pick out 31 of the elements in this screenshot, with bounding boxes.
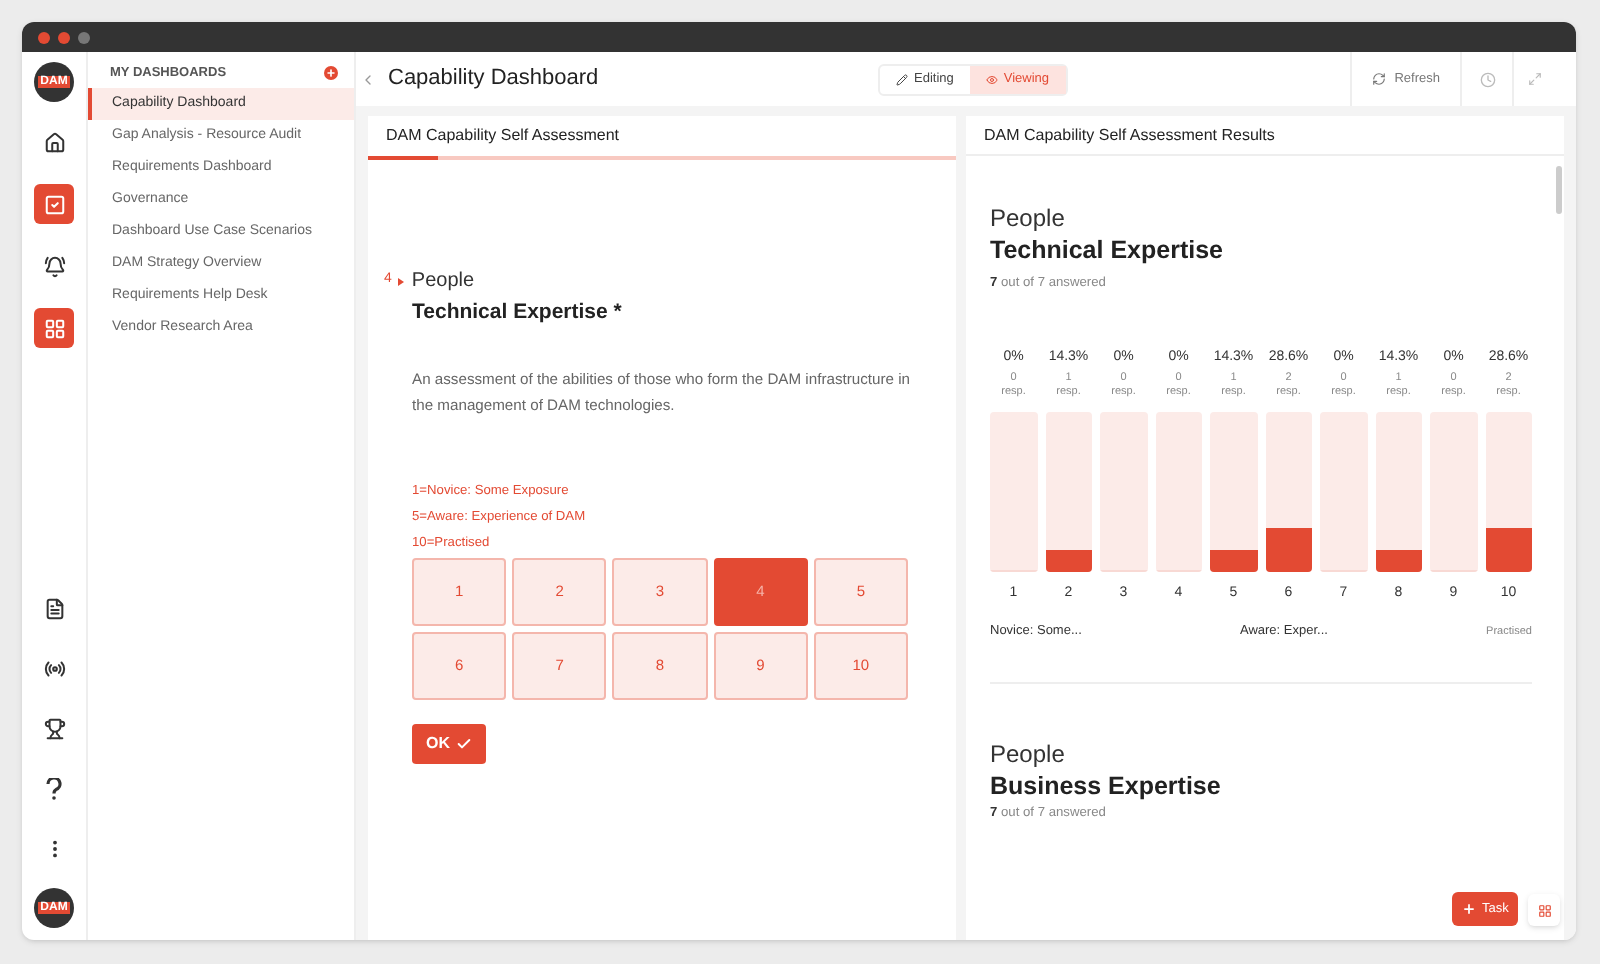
question-mark-icon bbox=[46, 777, 62, 799]
add-icon[interactable] bbox=[324, 66, 338, 81]
plus-icon bbox=[1462, 902, 1476, 916]
check-icon bbox=[456, 735, 472, 752]
arrow-icon bbox=[397, 277, 404, 285]
page-title: Capability Dashboard bbox=[388, 64, 601, 95]
scrollbar-thumb[interactable] bbox=[1555, 166, 1561, 214]
pencil-icon bbox=[896, 73, 908, 85]
checkbox-icon bbox=[43, 193, 65, 215]
expand-icon bbox=[1528, 72, 1542, 86]
result-category: People bbox=[990, 739, 1067, 770]
home-icon bbox=[43, 131, 65, 153]
result-title: Technical Expertise bbox=[990, 234, 1225, 268]
clock-icon bbox=[1479, 71, 1495, 87]
refresh-icon bbox=[1372, 72, 1387, 86]
grid-icon bbox=[43, 317, 65, 339]
bell-icon bbox=[43, 255, 65, 277]
question-title: Technical Expertise * bbox=[410, 298, 624, 328]
panel-title: DAM Capability Self Assessment bbox=[386, 124, 619, 148]
broadcast-icon bbox=[43, 657, 65, 679]
trophy-icon bbox=[43, 717, 65, 739]
result-category: People bbox=[990, 204, 1067, 234]
ok-button[interactable]: OK bbox=[412, 723, 486, 764]
grid-button[interactable] bbox=[1528, 894, 1560, 926]
document-icon bbox=[43, 597, 65, 619]
question-category: People bbox=[411, 268, 475, 296]
grid-icon bbox=[1537, 903, 1551, 917]
panel-title: DAM Capability Self Assessment Results bbox=[984, 123, 1275, 147]
eye-icon bbox=[985, 73, 998, 85]
result-title: Business Expertise bbox=[990, 769, 1223, 804]
collapse-icon[interactable] bbox=[360, 71, 376, 87]
